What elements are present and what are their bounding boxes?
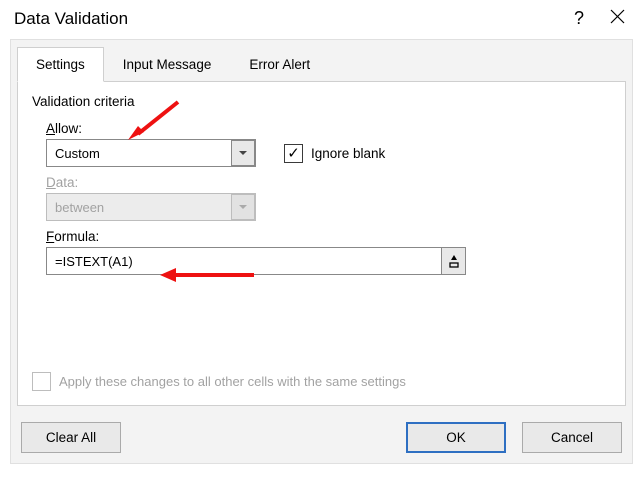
allow-dropdown-button[interactable] [231,140,255,166]
ignore-blank-label: Ignore blank [311,146,385,161]
data-dropdown: between [46,193,256,221]
validation-criteria-label: Validation criteria [32,94,611,109]
tab-settings[interactable]: Settings [17,47,104,82]
data-value: between [47,200,231,215]
clear-all-button[interactable]: Clear All [21,422,121,453]
apply-all-checkbox: Apply these changes to all other cells w… [32,372,406,391]
range-selector-button[interactable] [442,247,466,275]
chevron-down-icon [239,151,247,155]
tab-error-alert[interactable]: Error Alert [230,47,329,82]
allow-dropdown[interactable]: Custom [46,139,256,167]
help-button[interactable]: ? [574,8,584,29]
allow-label: Allow: [46,121,611,136]
close-icon [610,9,625,24]
settings-panel: Validation criteria Allow: Custom ✓ Igno… [17,81,626,406]
allow-value: Custom [47,146,231,161]
ignore-blank-checkbox[interactable]: ✓ Ignore blank [284,144,385,163]
formula-label: Formula: [46,229,611,244]
data-dropdown-button [231,194,255,220]
chevron-down-icon [239,205,247,209]
check-icon: ✓ [287,146,300,161]
data-label: Data: [46,175,611,190]
ok-button[interactable]: OK [406,422,506,453]
tab-input-message[interactable]: Input Message [104,47,231,82]
apply-all-label: Apply these changes to all other cells w… [59,374,406,389]
tab-bar: Settings Input Message Error Alert [11,40,632,81]
formula-input[interactable] [46,247,442,275]
cancel-button[interactable]: Cancel [522,422,622,453]
range-selector-icon [448,254,460,268]
dialog-title: Data Validation [14,9,128,29]
close-button[interactable] [610,9,625,29]
